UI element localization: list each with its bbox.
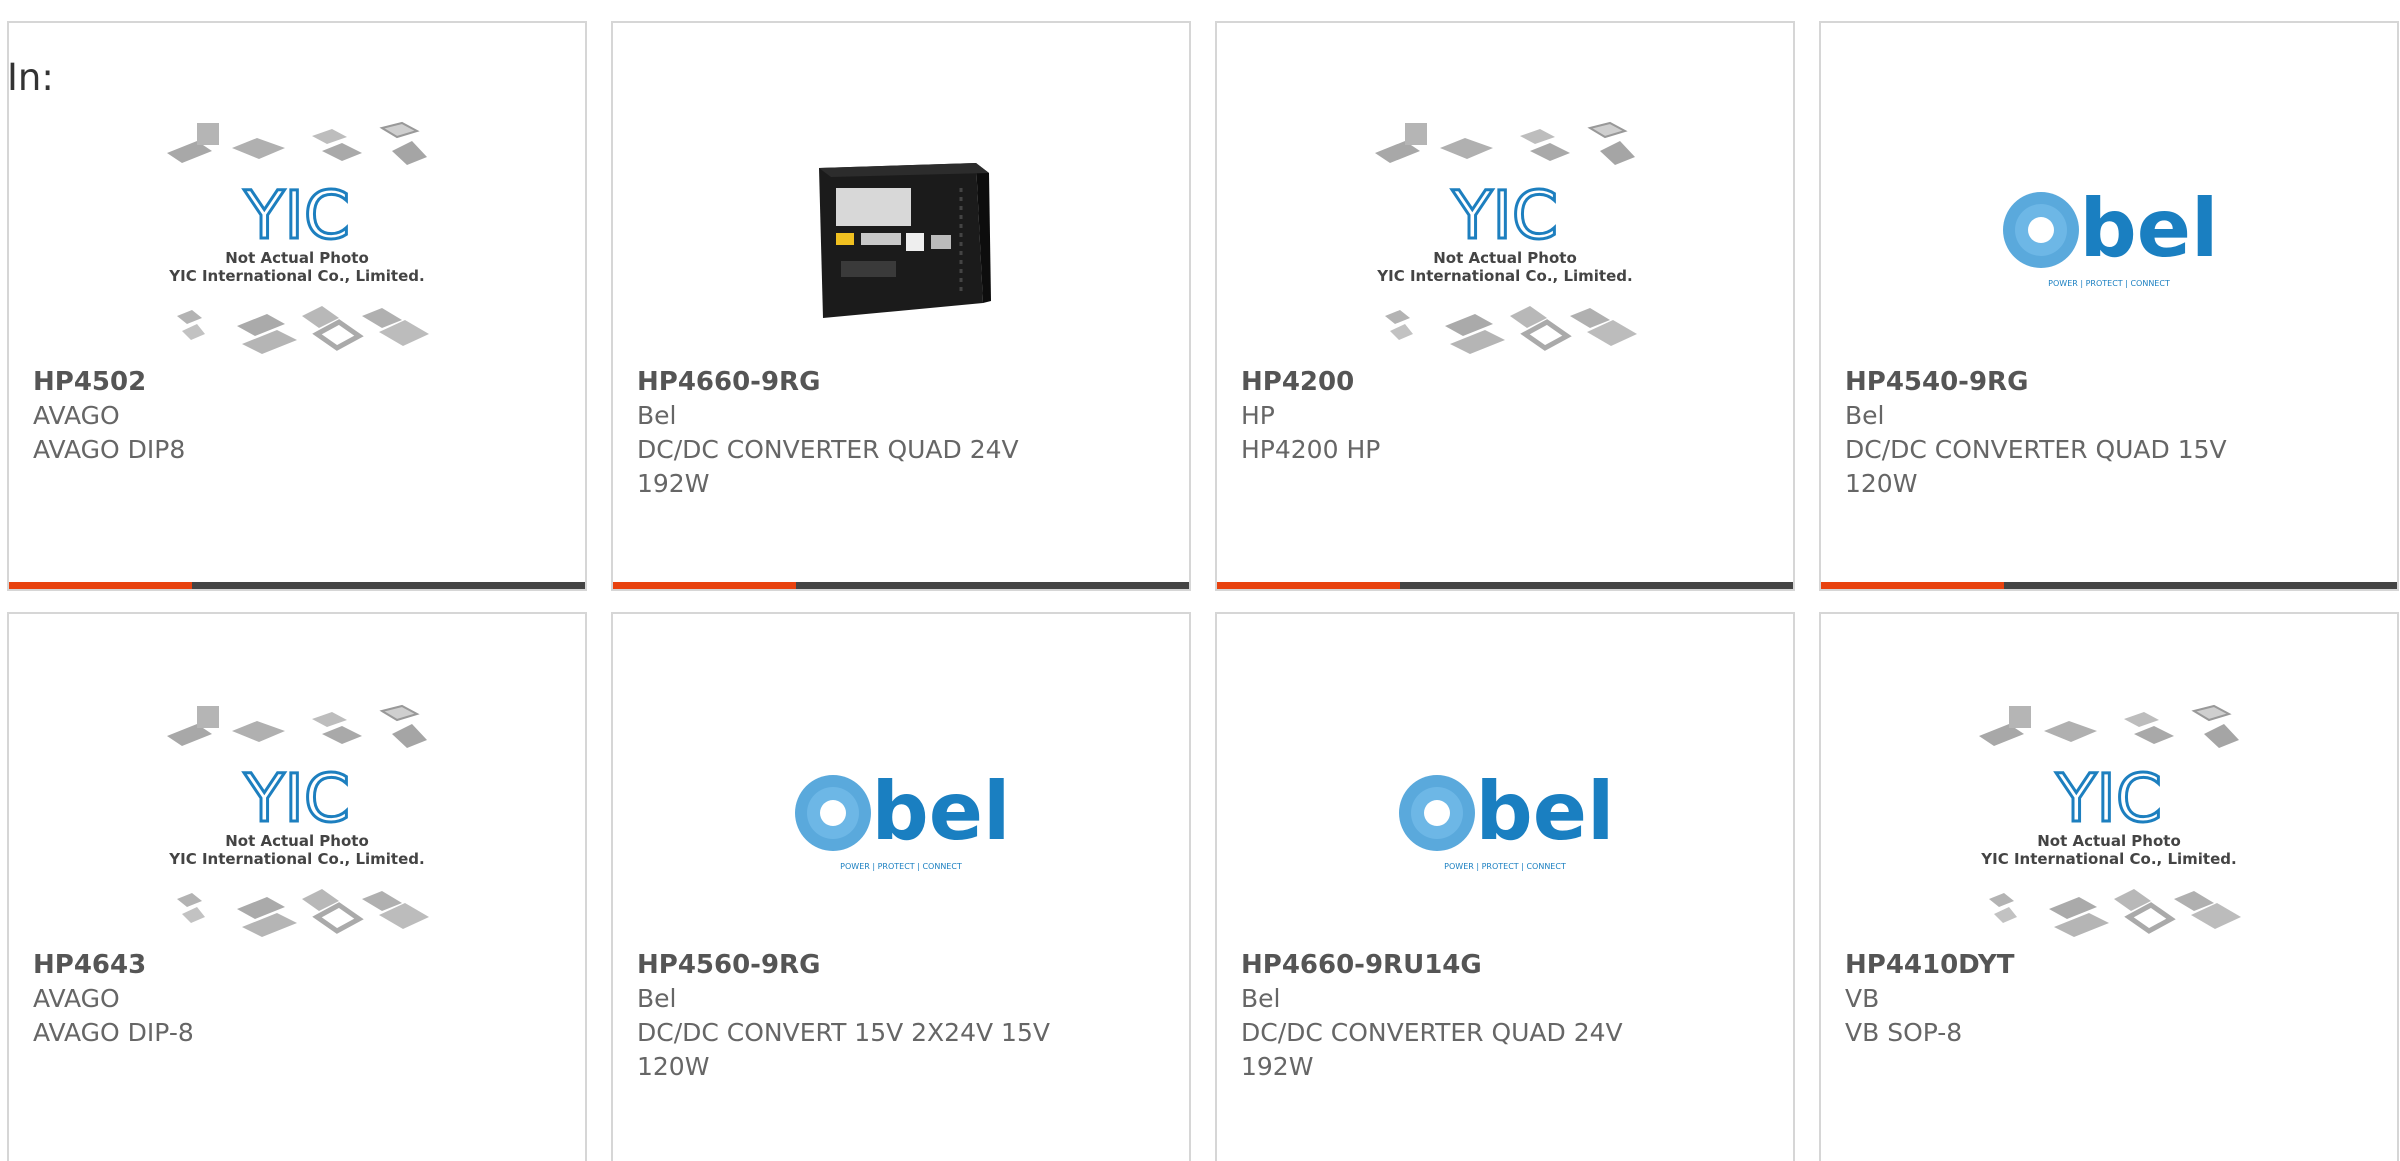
svg-text:bel: bel [2080, 182, 2219, 275]
manufacturer: AVAGO [33, 984, 120, 1013]
part-number[interactable]: HP4643 [33, 948, 493, 982]
part-number[interactable]: HP4502 [33, 365, 493, 399]
svg-text:YIC International Co., Limited: YIC International Co., Limited. [1980, 850, 2236, 868]
description: DC/DC CONVERTER QUAD 24V 192W [637, 435, 1019, 498]
card-bar [1821, 582, 2397, 589]
placeholder-image: YIC Not Actual Photo YIC International C… [9, 103, 585, 373]
part-number[interactable]: HP4540-9RG [1845, 365, 2305, 399]
product-card[interactable]: HP4660-9RG Bel DC/DC CONVERTER QUAD 24V … [611, 21, 1191, 591]
product-card[interactable]: YIC Not Actual Photo YIC International C… [1819, 612, 2399, 1161]
product-grid: YIC Not Actual Photo YIC International C… [0, 0, 2400, 1161]
svg-text:YIC: YIC [243, 177, 350, 254]
manufacturer: Bel [637, 401, 677, 430]
bel-logo: bel POWER | PROTECT | CONNECT [613, 686, 1189, 956]
description: AVAGO DIP8 [33, 435, 186, 464]
description: AVAGO DIP-8 [33, 1018, 194, 1047]
product-card[interactable]: YIC Not Actual Photo YIC International C… [7, 612, 587, 1161]
manufacturer: AVAGO [33, 401, 120, 430]
svg-text:YIC International Co., Limited: YIC International Co., Limited. [168, 850, 424, 868]
svg-text:YIC International Co., Limited: YIC International Co., Limited. [1376, 267, 1632, 285]
description: DC/DC CONVERTER QUAD 15V 120W [1845, 435, 2227, 498]
svg-text:YIC: YIC [243, 760, 350, 837]
svg-text:bel: bel [1476, 765, 1615, 858]
svg-text:POWER | PROTECT | CONNECT: POWER | PROTECT | CONNECT [2048, 279, 2170, 288]
manufacturer: Bel [637, 984, 677, 1013]
placeholder-image: YIC Not Actual Photo YIC International C… [9, 686, 585, 956]
placeholder-image: YIC Not Actual Photo YIC International C… [1217, 103, 1793, 373]
svg-text:YIC: YIC [1451, 177, 1558, 254]
svg-text:YIC International Co., Limited: YIC International Co., Limited. [168, 267, 424, 285]
description: DC/DC CONVERTER QUAD 24V 192W [1241, 1018, 1623, 1081]
product-image [613, 103, 1189, 373]
svg-text:Not Actual Photo: Not Actual Photo [225, 249, 369, 267]
part-number[interactable]: HP4410DYT [1845, 948, 2305, 982]
part-number[interactable]: HP4660-9RU14G [1241, 948, 1701, 982]
svg-text:bel: bel [872, 765, 1011, 858]
product-card[interactable]: YIC Not Actual Photo YIC International C… [7, 21, 587, 591]
manufacturer: Bel [1845, 401, 1885, 430]
bel-logo: bel POWER | PROTECT | CONNECT [1821, 103, 2397, 373]
manufacturer: HP [1241, 401, 1275, 430]
svg-text:POWER | PROTECT | CONNECT: POWER | PROTECT | CONNECT [1444, 862, 1566, 871]
description: DC/DC CONVERT 15V 2X24V 15V 120W [637, 1018, 1050, 1081]
product-card[interactable]: bel POWER | PROTECT | CONNECT HP4540-9RG… [1819, 21, 2399, 591]
description: VB SOP-8 [1845, 1018, 1963, 1047]
svg-text:YIC: YIC [2055, 760, 2162, 837]
card-bar [613, 582, 1189, 589]
part-number[interactable]: HP4200 [1241, 365, 1701, 399]
part-number[interactable]: HP4660-9RG [637, 365, 1097, 399]
product-card[interactable]: bel POWER | PROTECT | CONNECT HP4660-9RU… [1215, 612, 1795, 1161]
bel-logo: bel POWER | PROTECT | CONNECT [1217, 686, 1793, 956]
svg-text:Not Actual Photo: Not Actual Photo [225, 832, 369, 850]
manufacturer: Bel [1241, 984, 1281, 1013]
page-label: In: [7, 56, 54, 99]
placeholder-image: YIC Not Actual Photo YIC International C… [1821, 686, 2397, 956]
manufacturer: VB [1845, 984, 1880, 1013]
product-card[interactable]: YIC Not Actual Photo YIC International C… [1215, 21, 1795, 591]
card-bar [9, 582, 585, 589]
part-number[interactable]: HP4560-9RG [637, 948, 1097, 982]
svg-text:Not Actual Photo: Not Actual Photo [2037, 832, 2181, 850]
product-card[interactable]: bel POWER | PROTECT | CONNECT HP4560-9RG… [611, 612, 1191, 1161]
svg-text:POWER | PROTECT | CONNECT: POWER | PROTECT | CONNECT [840, 862, 962, 871]
description: HP4200 HP [1241, 435, 1381, 464]
card-bar [1217, 582, 1793, 589]
svg-text:Not Actual Photo: Not Actual Photo [1433, 249, 1577, 267]
